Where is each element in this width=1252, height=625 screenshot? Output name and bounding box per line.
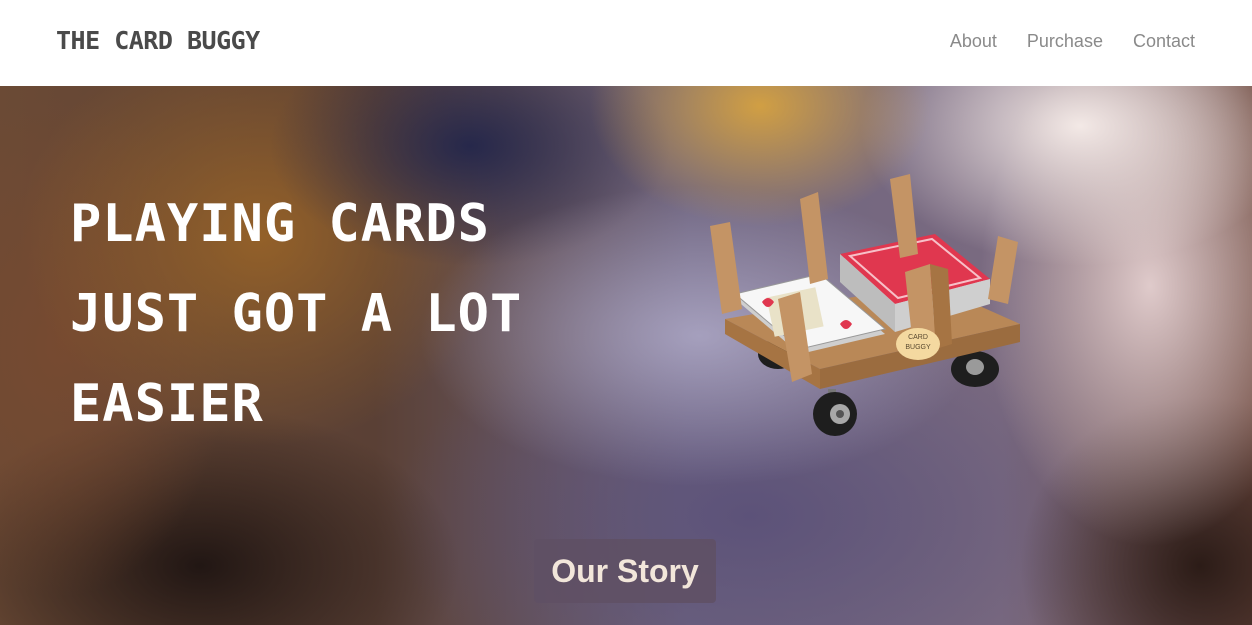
navbar: THE CARD BUGGY About Purchase Contact: [0, 0, 1252, 86]
nav-link-contact[interactable]: Contact: [1133, 31, 1195, 52]
page: THE CARD BUGGY About Purchase Contact PL…: [0, 0, 1252, 625]
product-label-line-1: CARD: [908, 334, 928, 341]
hero-headline: PLAYING CARDS JUST GOT A LOT EASIER: [70, 179, 590, 449]
card-buggy-product-image: CARD BUGGY: [710, 174, 1020, 436]
our-story-button[interactable]: Our Story: [534, 539, 716, 603]
brand-logo[interactable]: THE CARD BUGGY: [56, 26, 260, 55]
hero-section: PLAYING CARDS JUST GOT A LOT EASIER CARD…: [0, 86, 1252, 625]
headline-line-1: PLAYING CARDS: [70, 194, 490, 254]
nav-links: About Purchase Contact: [950, 31, 1195, 52]
product-label-line-2: BUGGY: [905, 344, 931, 351]
nav-link-about[interactable]: About: [950, 31, 997, 52]
headline-line-2: JUST GOT A LOT: [70, 284, 523, 344]
nav-link-purchase[interactable]: Purchase: [1027, 31, 1103, 52]
headline-line-3: EASIER: [70, 374, 264, 434]
